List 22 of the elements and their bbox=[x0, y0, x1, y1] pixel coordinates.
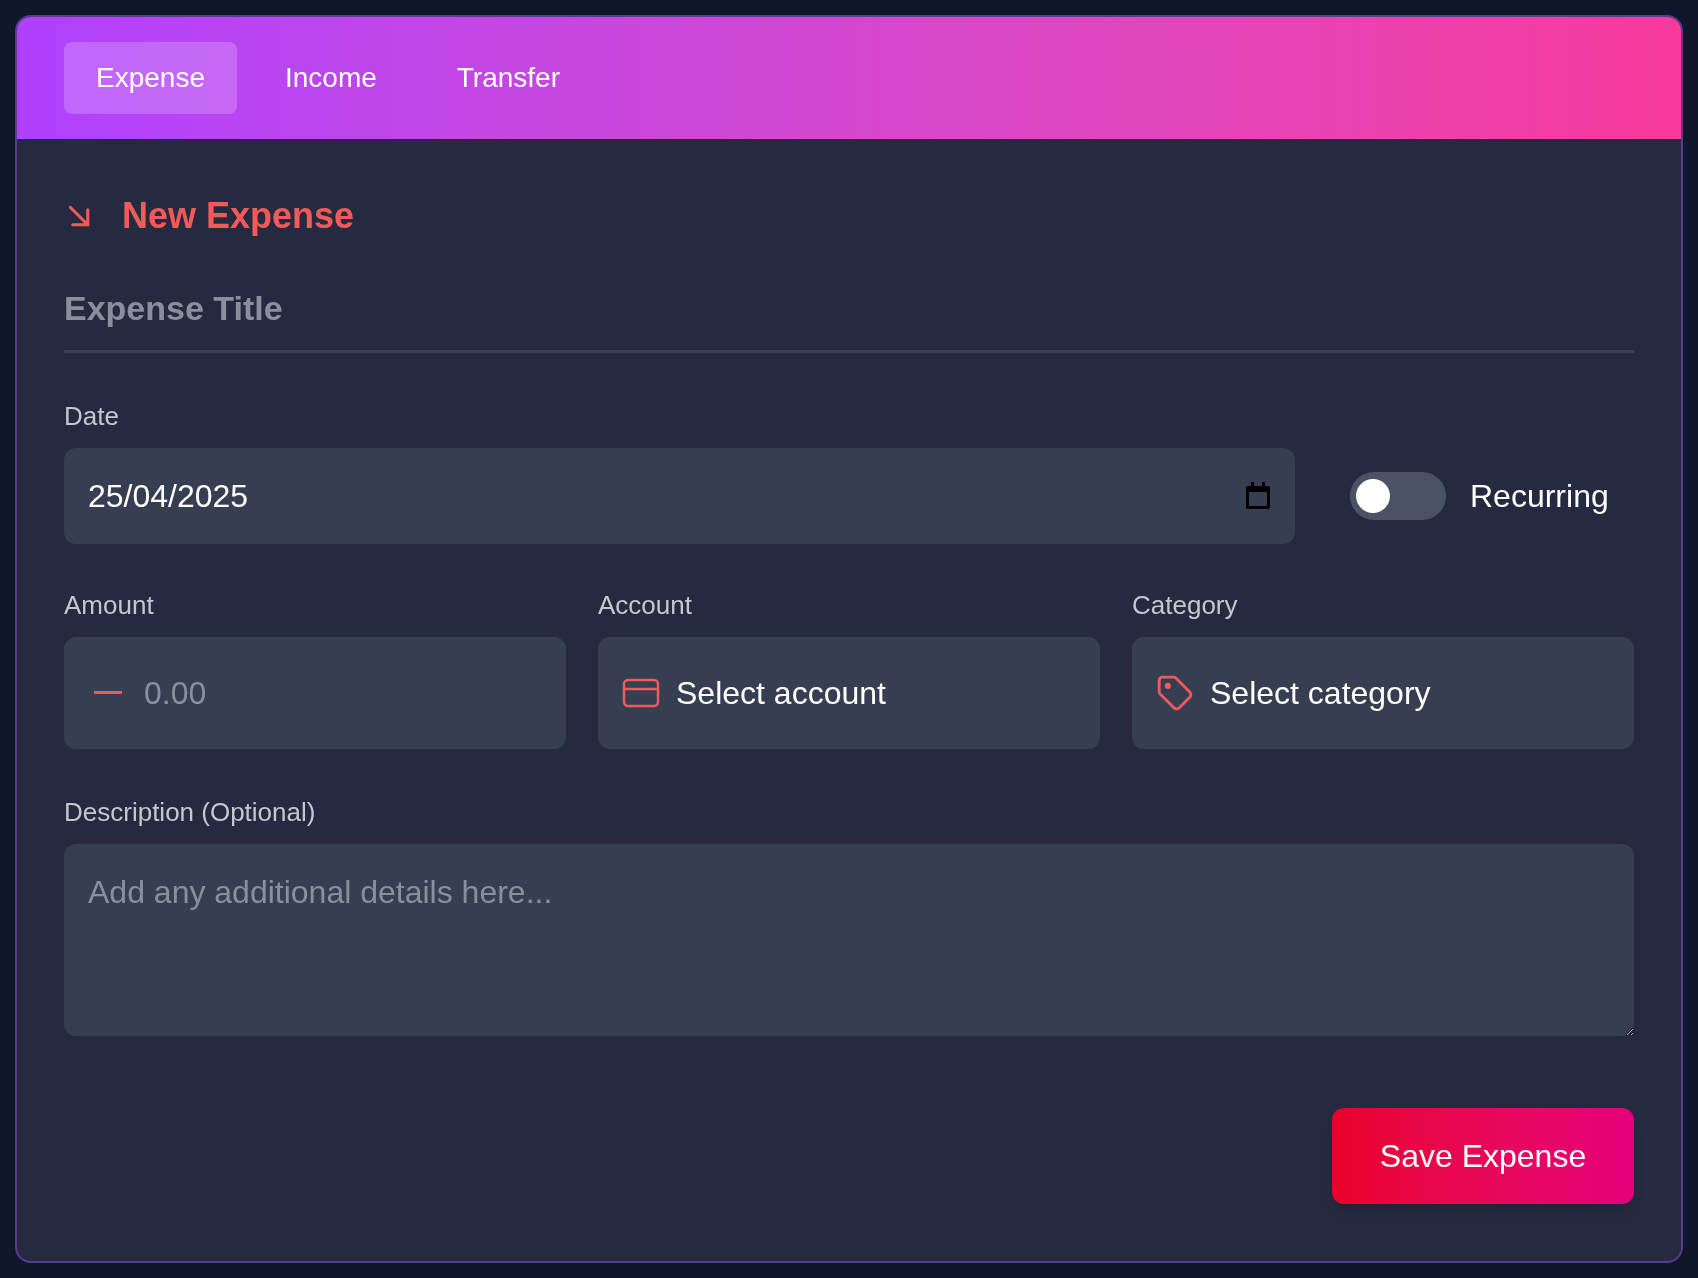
calendar-icon bbox=[1245, 482, 1271, 510]
field-label: Amount bbox=[64, 589, 155, 622]
save-button[interactable]: Save Expense bbox=[1332, 1108, 1634, 1204]
tab[interactable]: Income bbox=[252, 42, 409, 114]
recurring-label: Recurring bbox=[1470, 477, 1609, 516]
date-input[interactable]: 25/04/2025 bbox=[64, 448, 1295, 544]
form-heading: New Expense bbox=[122, 194, 355, 238]
account-select[interactable]: Select account bbox=[598, 637, 1100, 749]
description-textarea[interactable]: Add any additional details here... bbox=[64, 844, 1634, 1036]
field-label: Description (Optional) bbox=[64, 796, 317, 829]
recurring-toggle[interactable] bbox=[1350, 472, 1446, 520]
category-select[interactable]: Select category bbox=[1132, 637, 1634, 749]
title-input[interactable]: Expense Title bbox=[64, 283, 1634, 353]
field-label: Date bbox=[64, 400, 120, 433]
tag-icon bbox=[1156, 674, 1194, 712]
field-label: Category bbox=[1132, 589, 1239, 622]
minus-icon bbox=[94, 691, 122, 694]
tab[interactable]: Expense bbox=[64, 42, 237, 114]
field-label: Account bbox=[598, 589, 693, 622]
amount-input[interactable]: 0.00 bbox=[64, 637, 566, 749]
credit-card-icon bbox=[622, 678, 660, 708]
tab[interactable]: Transfer bbox=[424, 42, 592, 114]
